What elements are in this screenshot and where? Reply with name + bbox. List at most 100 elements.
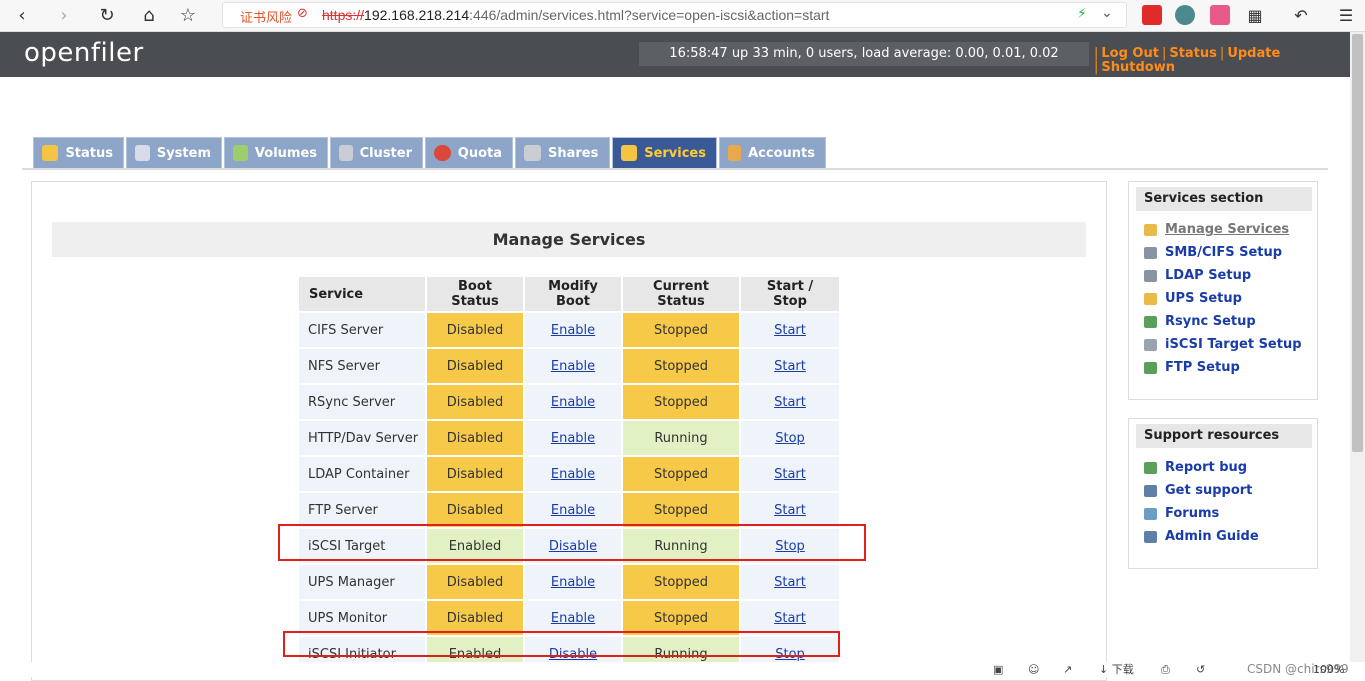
start-stop-link[interactable]: Start [774,359,806,374]
url-path: :446/admin/services.html?service=open-is… [469,7,830,23]
sidebar-item-admin-guide[interactable]: Admin Guide [1129,525,1317,548]
sidebar-item-ldap-setup[interactable]: LDAP Setup [1129,264,1317,287]
services-section-title: Services section [1136,187,1312,211]
highlight-box-iscsi-initiator [283,631,840,657]
table-row: UPS Manager Disabled Enable Stopped Start [299,565,839,599]
zoom-level[interactable]: 100% [1313,662,1344,677]
header-links: | Log Out | Status | Update | Shutdown [1094,46,1281,75]
sidebar-item-rsync-setup[interactable]: Rsync Setup [1129,310,1317,333]
rsync-setup-icon [1144,315,1157,328]
modify-boot-link[interactable]: Enable [551,467,595,482]
start-stop-link[interactable]: Start [774,611,806,626]
sidebar-item-label: Admin Guide [1165,529,1259,544]
sidebar-item-label: Report bug [1165,460,1248,475]
chevron-down-icon[interactable]: ⌄ [1101,5,1113,21]
ldap-setup-icon [1144,269,1157,282]
services-section-list: Manage Services SMB/CIFS Setup LDAP Setup U… [1129,215,1317,379]
certificate-warning[interactable]: 证书风险 [240,7,292,26]
speed-mode-icon[interactable]: ⚡ [1077,6,1087,22]
service-name: CIFS Server [299,313,425,347]
sidebar-item-label: Get support [1165,483,1253,498]
menu-icon[interactable]: ☰ [1334,4,1358,28]
get-support-icon [1144,484,1157,497]
sidebar-item-ups-setup[interactable]: UPS Setup [1129,287,1317,310]
boot-status: Disabled [427,313,523,347]
sidebar-item-label: FTP Setup [1165,360,1240,375]
reload-icon[interactable]: ↻ [95,4,119,28]
download-button[interactable]: ↓ 下载 [1099,662,1134,677]
boot-status: Disabled [427,601,523,635]
tab-services[interactable]: Services [612,137,717,169]
service-name: FTP Server [299,493,425,527]
video-extension-icon[interactable] [1142,5,1162,25]
services-table: Service Boot Status Modify Boot Current … [297,275,841,673]
game-extension-icon[interactable] [1175,5,1195,25]
start-stop-link[interactable]: Start [774,503,806,518]
sidebar-item-forums[interactable]: Forums [1129,502,1317,525]
modify-boot-link[interactable]: Enable [551,359,595,374]
modify-boot-link[interactable]: Enable [551,611,595,626]
boot-status: Disabled [427,385,523,419]
sidebar-item-smb-cifs-setup[interactable]: SMB/CIFS Setup [1129,241,1317,264]
app-header: openfiler 16:58:47 up 33 min, 0 users, l… [0,32,1350,77]
start-stop-link[interactable]: Stop [775,431,805,446]
modify-boot-link[interactable]: Enable [551,323,595,338]
apps-grid-icon[interactable]: ▦ [1243,4,1267,28]
tab-accounts[interactable]: Accounts [719,137,826,169]
tab-volumes[interactable]: Volumes [224,137,328,169]
undo-icon[interactable]: ↶ [1289,4,1313,28]
col-current-status: Current Status [623,277,739,311]
start-stop-link[interactable]: Start [774,323,806,338]
tab-status[interactable]: Status [33,137,124,169]
reader-extension-icon[interactable] [1210,5,1230,25]
bookmark-star-icon[interactable]: ☆ [176,4,200,28]
modify-boot-link[interactable]: Enable [551,395,595,410]
tab-underline [22,168,1328,170]
forward-icon[interactable]: › [52,4,76,28]
update-link[interactable]: Update [1227,46,1280,61]
print-icon[interactable]: ⎙ [1161,662,1170,677]
table-row: RSync Server Disabled Enable Stopped Start [299,385,839,419]
sidebar-item-label: Manage Services [1165,222,1290,237]
logout-link[interactable]: Log Out [1101,46,1159,61]
status-link[interactable]: Status [1169,46,1217,61]
tab-cluster[interactable]: Cluster [330,137,423,169]
tab-system[interactable]: System [126,137,222,169]
url-text[interactable]: https://192.168.218.214:446/admin/servic… [322,7,829,23]
scrollbar-thumb[interactable] [1352,34,1363,452]
insecure-lock-icon[interactable]: ⊘ [297,6,308,21]
home-icon[interactable]: ⌂ [137,4,161,28]
sidebar-item-ftp-setup[interactable]: FTP Setup [1129,356,1317,379]
address-bar[interactable]: 证书风险 ⊘ https://192.168.218.214:446/admin… [222,2,1127,28]
modify-boot-link[interactable]: Enable [551,431,595,446]
modify-boot-link[interactable]: Enable [551,575,595,590]
start-stop-link[interactable]: Start [774,575,806,590]
sidebar-item-manage-services[interactable]: Manage Services [1129,218,1317,241]
boot-status: Disabled [427,493,523,527]
sidebar-item-report-bug[interactable]: Report bug [1129,456,1317,479]
current-status: Stopped [623,565,739,599]
accounts-icon [728,145,742,161]
boot-status: Disabled [427,565,523,599]
support-resources-title: Support resources [1136,424,1312,448]
sidebar-item-label: UPS Setup [1165,291,1242,306]
back-icon[interactable]: ‹ [10,4,34,28]
quota-pie-icon [434,145,451,161]
service-name: UPS Manager [299,565,425,599]
modify-boot-link[interactable]: Enable [551,503,595,518]
rocket-icon[interactable]: ↗ [1063,662,1072,677]
image-icon[interactable]: ▣ [993,662,1003,677]
start-stop-link[interactable]: Start [774,467,806,482]
history-icon[interactable]: ↺ [1196,662,1205,677]
feedback-icon[interactable]: ☺ [1028,662,1039,677]
tab-quota[interactable]: Quota [425,137,513,169]
service-name: UPS Monitor [299,601,425,635]
start-stop-link[interactable]: Start [774,395,806,410]
ups-setup-icon [1144,292,1157,305]
main-nav-tabs: Status System Volumes Cluster Quota Shar… [33,137,828,169]
boot-status: Disabled [427,457,523,491]
shutdown-link[interactable]: Shutdown [1101,60,1175,75]
sidebar-item-get-support[interactable]: Get support [1129,479,1317,502]
sidebar-item-iscsi-target-setup[interactable]: iSCSI Target Setup [1129,333,1317,356]
tab-shares[interactable]: Shares [515,137,610,169]
